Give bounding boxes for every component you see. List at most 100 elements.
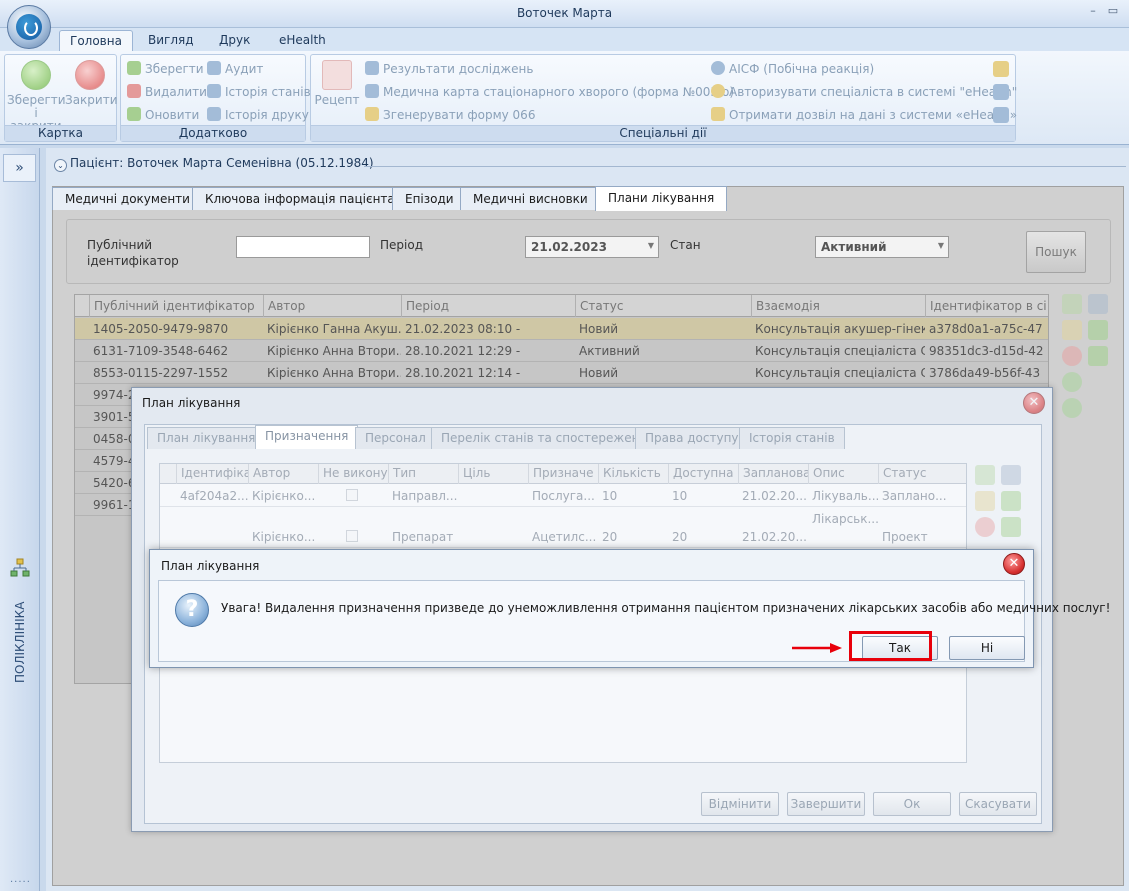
ribbon-tab-home[interactable]: Головна — [59, 30, 133, 51]
approve-icon[interactable] — [1001, 491, 1021, 511]
title-bar: Воточек Марта – ▭ — [0, 0, 1129, 28]
ribbon-tab-view[interactable]: Вигляд — [138, 30, 204, 51]
resize-grip[interactable]: ..... — [10, 874, 31, 885]
expand-navigation-button[interactable]: » — [3, 154, 36, 182]
cancel-button[interactable]: Скасувати — [959, 792, 1037, 816]
column-header[interactable]: Статус — [878, 464, 966, 484]
report-icon[interactable] — [993, 107, 1009, 123]
recipe-icon — [322, 60, 352, 90]
delete-icon[interactable] — [1062, 346, 1082, 366]
add-icon[interactable] — [975, 465, 995, 485]
table-row[interactable]: 6131-7109-3548-6462 Кірієнко Анна Втори..… — [75, 340, 1048, 362]
finish-button[interactable]: Завершити — [787, 792, 865, 816]
cancel-action-button[interactable]: Відмінити — [701, 792, 779, 816]
status-icon[interactable] — [1062, 372, 1082, 392]
flag-icon[interactable] — [1088, 346, 1108, 366]
tab-state-history[interactable]: Історія станів — [739, 427, 845, 449]
approve-icon[interactable] — [1088, 320, 1108, 340]
confirm-close-button[interactable]: ✕ — [1003, 553, 1025, 575]
edit-icon[interactable] — [1062, 320, 1082, 340]
tab-plan[interactable]: План лікування — [147, 427, 266, 449]
tools-icon[interactable] — [1001, 465, 1021, 485]
column-header[interactable]: Призначе — [528, 464, 598, 484]
restore-button[interactable]: ▭ — [1104, 4, 1122, 20]
aisf-button[interactable]: АІСФ (Побічна реакція) — [711, 60, 874, 78]
tab-medical-conclusions[interactable]: Медичні висновки — [460, 187, 601, 210]
column-header[interactable]: Тип — [388, 464, 458, 484]
generate-066-button[interactable]: Згенерувати форму 066 — [365, 106, 535, 124]
not-performed-checkbox[interactable] — [346, 530, 358, 542]
column-header[interactable]: Взаємодія — [751, 295, 925, 317]
not-performed-checkbox[interactable] — [346, 489, 358, 501]
save-button[interactable]: Зберегти — [127, 60, 204, 78]
authorize-label: Авторизувати спеціаліста в системі "eHea… — [729, 85, 1018, 99]
column-header[interactable]: Статус — [575, 295, 751, 317]
column-header[interactable]: Кількість — [598, 464, 668, 484]
column-header[interactable]: Ідентифіка — [176, 464, 248, 484]
search-button[interactable]: Пошук — [1026, 231, 1086, 273]
column-header[interactable]: Публічний ідентифікатор — [89, 295, 263, 317]
ok-button[interactable]: Ок — [873, 792, 951, 816]
table-row[interactable]: 1405-2050-9479-9870 Кірієнко Ганна Акуш..… — [75, 318, 1048, 340]
chevron-down-icon: ▼ — [937, 241, 944, 250]
med-card-button[interactable]: Медична карта стаціонарного хворого (фор… — [365, 83, 734, 101]
collapse-icon[interactable]: ⌄ — [54, 159, 67, 172]
table-cell: Кірієнко Анна Втори... — [267, 366, 401, 380]
state-select[interactable]: Активний ▼ — [815, 236, 949, 258]
recipe-button[interactable]: Рецепт — [313, 60, 361, 107]
column-header[interactable]: Ідентифікатор в сі — [925, 295, 1048, 317]
flag-icon[interactable] — [1001, 517, 1021, 537]
print-history-button[interactable]: Історія друку — [207, 106, 309, 124]
aisf-label: АІСФ (Побічна реакція) — [729, 62, 875, 76]
column-header[interactable]: Період — [401, 295, 575, 317]
tools-icon[interactable] — [1088, 294, 1108, 314]
ribbon-tab-ehealth[interactable]: eHealth — [269, 30, 336, 51]
tab-conditions[interactable]: Перелік станів та спостережень — [431, 427, 657, 449]
column-header[interactable]: Доступна к — [668, 464, 738, 484]
tab-episodes[interactable]: Епізоди — [392, 187, 467, 210]
history-icon — [207, 84, 221, 98]
tab-prescriptions[interactable]: Призначення — [255, 425, 359, 449]
column-header[interactable]: Автор — [248, 464, 318, 484]
column-header[interactable]: Запланова — [738, 464, 808, 484]
delete-button[interactable]: Видалити — [127, 83, 207, 101]
tab-medical-documents[interactable]: Медичні документи — [52, 187, 203, 210]
app-menu-orb[interactable] — [7, 5, 51, 49]
no-button[interactable]: Ні — [949, 636, 1025, 660]
permission-button[interactable]: Отримати дозвіл на дані з системи «eHeal… — [711, 106, 1017, 124]
column-header[interactable]: Ціль — [458, 464, 528, 484]
ribbon-tab-print[interactable]: Друк — [209, 30, 260, 51]
tab-staff[interactable]: Персонал — [355, 427, 436, 449]
column-header[interactable]: Опис — [808, 464, 878, 484]
delete-icon[interactable] — [975, 517, 995, 537]
refresh-button[interactable]: Оновити — [127, 106, 199, 124]
column-header[interactable]: Не викону — [318, 464, 388, 484]
add-icon[interactable] — [1062, 294, 1082, 314]
tab-key-info[interactable]: Ключова інформація пацієнта — [192, 187, 408, 210]
table-icon[interactable] — [993, 84, 1009, 100]
period-select[interactable]: 21.02.2023 ▼ — [525, 236, 659, 258]
tab-access-rights[interactable]: Права доступу — [635, 427, 749, 449]
results-button[interactable]: Результати досліджень — [365, 60, 533, 78]
state-history-button[interactable]: Історія станів — [207, 83, 311, 101]
close-button[interactable]: Закрити — [65, 60, 118, 107]
audit-button[interactable]: Аудит — [207, 60, 263, 78]
status-icon[interactable] — [1062, 398, 1082, 418]
authorize-button[interactable]: Авторизувати спеціаліста в системі "eHea… — [711, 83, 1017, 101]
network-icon — [10, 558, 30, 577]
edit-icon[interactable] — [975, 491, 995, 511]
folder-icon[interactable] — [993, 61, 1009, 77]
patient-header[interactable]: ⌄ Пацієнт: Воточек Марта Семенівна (05.12… — [54, 156, 1126, 178]
table-row[interactable]: 4af204a2... Кірієнко... Направл... Послу… — [160, 485, 966, 507]
tab-treatment-plans[interactable]: Плани лікування — [595, 186, 728, 211]
save-close-button[interactable]: Зберегти і закрити — [7, 60, 66, 133]
minimize-button[interactable]: – — [1084, 4, 1102, 20]
dialog-title: План лікування — [142, 396, 241, 410]
window-title: Воточек Марта — [516, 6, 613, 20]
table-row[interactable]: Кірієнко... Препарат Ацетилс... 20 20 21… — [160, 508, 966, 548]
print-history-label: Історія друку — [225, 108, 309, 122]
column-header[interactable]: Автор — [263, 295, 401, 317]
public-id-input[interactable] — [236, 236, 370, 258]
dialog-close-button[interactable]: ✕ — [1023, 392, 1045, 414]
table-row[interactable]: 8553-0115-2297-1552 Кірієнко Анна Втори..… — [75, 362, 1048, 384]
